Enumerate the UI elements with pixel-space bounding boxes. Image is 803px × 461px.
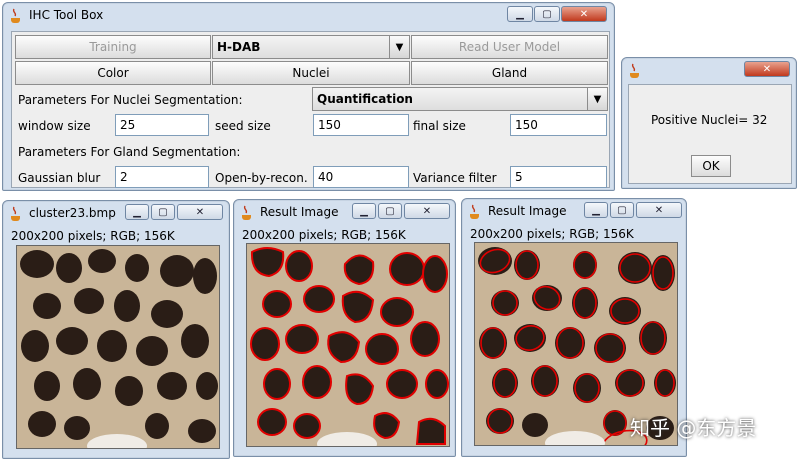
java-cup-icon [470,204,479,219]
gland-button[interactable]: Gland [411,61,608,85]
close-button[interactable]: ✕ [404,203,450,219]
minimize-button[interactable]: ▁ [125,204,149,220]
maximize-button[interactable]: ▢ [151,204,175,220]
dialog-client: Positive Nuclei= 32 OK [628,84,792,184]
ok-button[interactable]: OK [691,155,731,177]
image-window-original: cluster23.bmp ▁ ▢ ✕ 200x200 pixels; RGB;… [2,200,230,459]
color-button[interactable]: Color [15,61,211,85]
toolbox-client: Training H-DAB ▼ Read User Model Color N… [11,31,610,188]
seed-size-input[interactable]: 150 [313,114,409,136]
java-cup-icon [11,8,20,23]
gaussian-blur-input[interactable]: 2 [115,166,209,188]
maximize-button[interactable]: ▢ [534,6,560,22]
nuclei-params-label: Parameters For Nuclei Segmentation: [18,93,243,107]
image-titlebar[interactable]: Result Image ▁ ▢ ✕ [234,200,455,226]
stain-select-value: H-DAB [217,40,261,54]
java-cup-icon [242,205,251,220]
nuclei-button[interactable]: Nuclei [212,61,410,85]
training-button[interactable]: Training [15,35,211,59]
minimize-button[interactable]: ▁ [352,203,376,219]
toolbox-title: IHC Tool Box [29,8,104,22]
watermark: 知乎 @东方景 [630,416,757,440]
close-button[interactable]: ✕ [177,204,223,220]
window-size-label: window size [18,119,91,133]
mode-select[interactable]: Quantification ▼ [312,87,608,111]
gaussian-blur-label: Gaussian blur [18,171,101,185]
variance-filter-label: Variance filter [413,171,497,185]
read-user-model-button[interactable]: Read User Model [411,35,608,59]
java-cup-icon [630,63,639,78]
chevron-down-icon[interactable]: ▼ [389,36,409,58]
dialog-titlebar[interactable]: ✕ [622,58,796,84]
image-titlebar[interactable]: cluster23.bmp ▁ ▢ ✕ [3,201,229,227]
result-dialog: ✕ Positive Nuclei= 32 OK [621,57,797,189]
open-by-recon-input[interactable]: 40 [313,166,409,188]
image-info: 200x200 pixels; RGB; 156K [242,228,406,242]
image-titlebar[interactable]: Result Image ▁ ▢ ✕ [462,199,686,225]
maximize-button[interactable]: ▢ [610,202,634,218]
window-size-input[interactable]: 25 [115,114,209,136]
segmentation-image [247,244,449,446]
stain-select[interactable]: H-DAB ▼ [212,35,410,59]
image-info: 200x200 pixels; RGB; 156K [11,229,175,243]
mode-select-value: Quantification [317,92,413,106]
image-window-segmentation: Result Image ▁ ▢ ✕ 200x200 pixels; RGB; … [233,199,456,457]
image-canvas[interactable] [246,243,450,447]
close-button[interactable]: ✕ [744,61,790,77]
image-canvas[interactable] [16,245,220,449]
image-title: cluster23.bmp [29,206,116,220]
open-by-recon-label: Open-by-recon. [215,171,308,185]
seed-size-label: seed size [215,119,271,133]
toolbox-titlebar[interactable]: IHC Tool Box ▁ ▢ ✕ [3,3,614,29]
java-cup-icon [11,206,20,221]
close-button[interactable]: ✕ [561,6,607,22]
image-info: 200x200 pixels; RGB; 156K [470,227,634,241]
variance-filter-input[interactable]: 5 [510,166,607,188]
minimize-button[interactable]: ▁ [507,6,533,22]
minimize-button[interactable]: ▁ [584,202,608,218]
chevron-down-icon[interactable]: ▼ [587,88,607,110]
gland-params-label: Parameters For Gland Segmentation: [18,145,241,159]
close-button[interactable]: ✕ [636,202,682,218]
final-size-input[interactable]: 150 [510,114,607,136]
positive-nuclei-message: Positive Nuclei= 32 [651,113,768,127]
image-title: Result Image [488,204,567,218]
image-title: Result Image [260,205,339,219]
tissue-image [17,246,219,448]
maximize-button[interactable]: ▢ [378,203,402,219]
ihc-toolbox-window: IHC Tool Box ▁ ▢ ✕ Training H-DAB ▼ Read… [2,2,615,191]
final-size-label: final size [413,119,466,133]
